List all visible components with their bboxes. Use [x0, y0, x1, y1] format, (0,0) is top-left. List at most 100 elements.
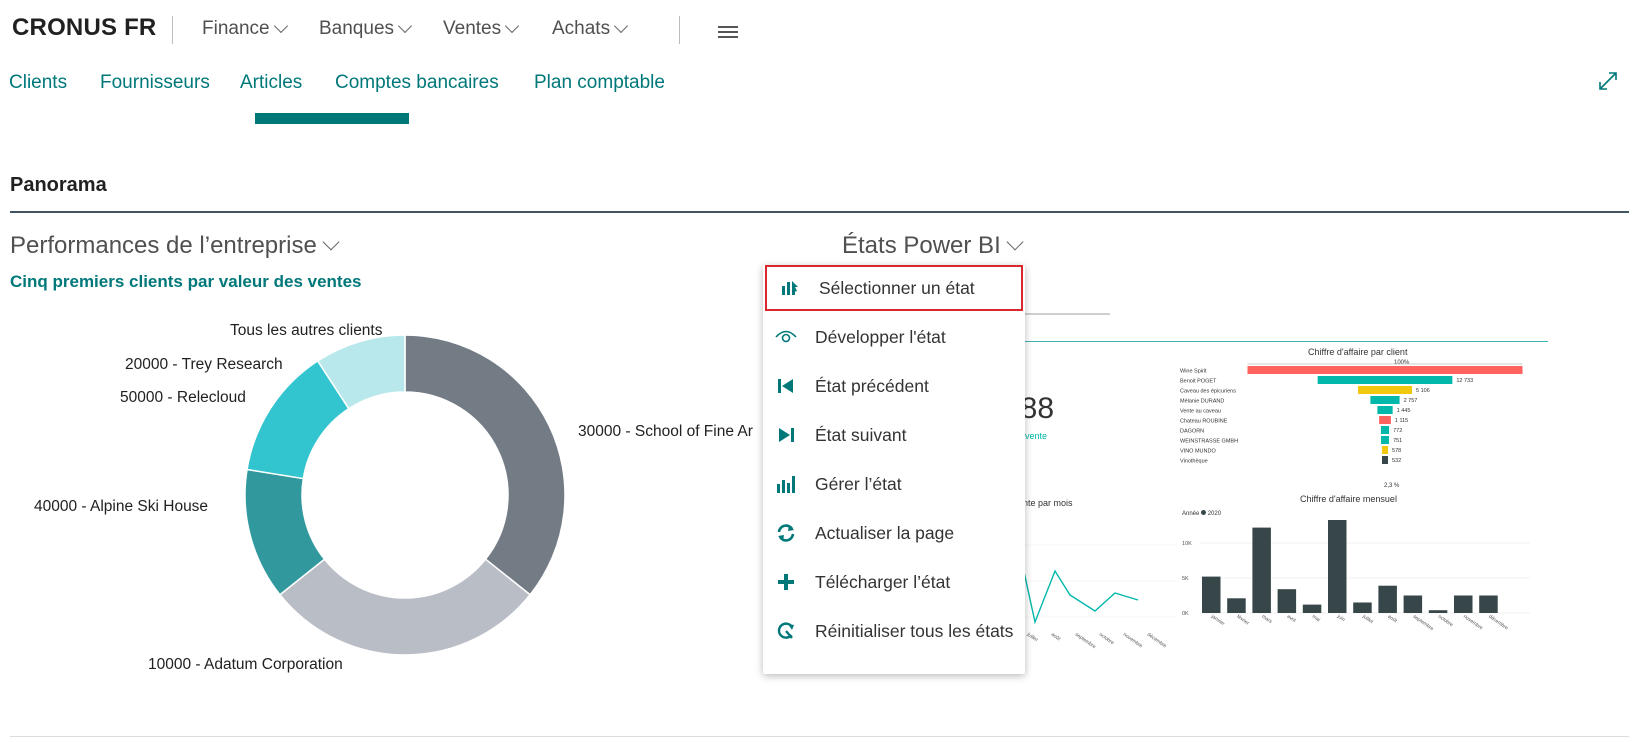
menu-item-manage-report[interactable]: Gérer l’état: [763, 461, 1025, 507]
menu-item-label: État suivant: [815, 424, 907, 445]
chevron-down-icon: [505, 18, 520, 34]
monthly-bar: [1328, 520, 1347, 613]
x-tick-label: novembre: [1462, 614, 1484, 632]
previous-icon: [775, 375, 797, 397]
client-value-label: 12 733: [1456, 378, 1473, 384]
menu-item-expand-report[interactable]: Développer l'état: [763, 314, 1025, 360]
label-alpine: 40000 - Alpine Ski House: [34, 498, 209, 515]
company-name[interactable]: CRONUS FR: [12, 14, 156, 42]
menu-item-previous-report[interactable]: État précédent: [763, 363, 1025, 409]
select-report-icon: [779, 277, 801, 299]
performance-title[interactable]: Performances de l’entreprise: [10, 232, 340, 260]
nav-plan-comptable[interactable]: Plan comptable: [534, 72, 665, 94]
chevron-down-icon: [397, 18, 413, 34]
menu-item-label: Sélectionner un état: [819, 277, 975, 298]
x-tick-label: décembre: [1487, 614, 1509, 632]
client-value-label: 5 106: [1416, 388, 1430, 394]
chevron-down-icon: [1006, 233, 1024, 251]
line-chart-title: nte par mois: [1023, 498, 1073, 508]
menu-achats-label: Achats: [552, 18, 611, 39]
hamburger-menu-icon[interactable]: [718, 26, 738, 38]
client-category-label: Vente au caveau: [1180, 409, 1221, 415]
client-category-label: Chateau ROUBINE: [1180, 419, 1228, 425]
client-category-label: Benoit POGET: [1180, 379, 1217, 385]
powerbi-header-line: [1023, 341, 1548, 342]
menu-banques[interactable]: Banques: [319, 18, 413, 40]
nav-clients[interactable]: Clients: [9, 72, 67, 94]
monthly-bar: [1479, 595, 1498, 613]
nav-articles[interactable]: Articles: [240, 72, 302, 94]
menu-item-reset-reports[interactable]: Réinitialiser tous les états: [763, 608, 1025, 654]
donut-chart[interactable]: [240, 330, 570, 660]
x-tick-label: juillet: [1360, 613, 1374, 625]
x-tick-label: mars: [1261, 614, 1274, 626]
client-value-label: 772: [1393, 428, 1402, 434]
bottom-divider: [10, 736, 1629, 737]
x-tick-label: mai: [1311, 614, 1321, 624]
client-bar: [1379, 416, 1391, 424]
chart-subtitle: Cinq premiers clients par valeur des ven…: [10, 272, 362, 291]
client-category-label: VINO MUNDO: [1180, 449, 1216, 455]
performance-title-label: Performances de l’entreprise: [10, 232, 317, 259]
menu-ventes-label: Ventes: [443, 18, 502, 39]
powerbi-tab-underline: [1010, 313, 1110, 315]
menu-item-select-report[interactable]: Sélectionner un état: [765, 265, 1023, 311]
donut-slice-adatum: [278, 558, 532, 656]
client-value-label: 532: [1392, 458, 1401, 464]
monthly-bar: [1454, 595, 1473, 613]
client-category-label: DAGORN: [1180, 429, 1204, 435]
donut-slice-school: [404, 334, 566, 596]
x-tick-label: novembre: [1122, 632, 1144, 650]
x-tick-label: octobre: [1437, 614, 1454, 629]
monthly-bar: [1378, 585, 1397, 613]
powerbi-title[interactable]: États Power BI: [842, 232, 1024, 260]
chevron-down-icon: [322, 233, 340, 251]
reset-icon: [775, 620, 797, 642]
monthly-legend-label: Année: [1182, 511, 1200, 517]
client-category-label: Mélanie DURAND: [1180, 399, 1224, 405]
y-tick-label: 5K: [1182, 576, 1189, 582]
menu-item-refresh-page[interactable]: Actualiser la page: [763, 510, 1025, 556]
menu-item-label: Développer l'état: [815, 326, 946, 347]
nav-comptes-bancaires[interactable]: Comptes bancaires: [335, 72, 499, 94]
kpi-caption: vente: [1025, 431, 1048, 441]
monthly-chart-title: Chiffre d'affaire mensuel: [1300, 494, 1397, 504]
expand-icon[interactable]: [1597, 70, 1619, 92]
menu-item-label: Télécharger l’état: [815, 571, 951, 592]
nav-active-indicator: [255, 113, 409, 124]
label-relecloud: 50000 - Relecloud: [120, 389, 246, 406]
powerbi-context-menu: Sélectionner un état Développer l'état É…: [763, 265, 1025, 674]
menu-achats[interactable]: Achats: [552, 18, 629, 40]
x-tick-label: juillet: [1025, 631, 1039, 643]
separator: [679, 16, 680, 44]
bar-chart-icon: [775, 473, 797, 495]
menu-item-label: Gérer l’état: [815, 473, 902, 494]
x-tick-label: février: [1235, 614, 1250, 627]
eye-icon: [775, 326, 797, 348]
menu-item-upload-report[interactable]: Télécharger l’état: [763, 559, 1025, 605]
x-tick-label: avril: [1286, 614, 1297, 624]
y-tick-label: 0K: [1182, 611, 1189, 617]
menu-item-label: Actualiser la page: [815, 522, 955, 543]
powerbi-title-label: États Power BI: [842, 232, 1001, 259]
monthly-bar: [1202, 576, 1221, 613]
client-bar: [1382, 456, 1388, 464]
refresh-icon: [775, 522, 797, 544]
menu-item-label: État précédent: [815, 375, 929, 396]
client-category-label: Vinothèque: [1180, 459, 1208, 465]
client-value-label: 1 445: [1397, 408, 1411, 414]
client-value-label: 1 115: [1395, 418, 1408, 424]
section-title: Panorama: [10, 174, 107, 196]
menu-finance[interactable]: Finance: [202, 18, 288, 40]
client-category-label: Caveau des épicuriens: [1180, 389, 1236, 395]
x-tick-label: janvier: [1209, 613, 1226, 627]
section-divider: [10, 211, 1629, 213]
client-bar: [1370, 396, 1400, 404]
nav-fournisseurs[interactable]: Fournisseurs: [100, 72, 210, 94]
menu-item-next-report[interactable]: État suivant: [763, 412, 1025, 458]
monthly-bar: [1302, 604, 1322, 613]
x-tick-label: juin: [1335, 613, 1346, 623]
x-tick-label: octobre: [1098, 632, 1115, 647]
monthly-legend-year: 2020: [1207, 511, 1222, 517]
menu-ventes[interactable]: Ventes: [443, 18, 520, 40]
